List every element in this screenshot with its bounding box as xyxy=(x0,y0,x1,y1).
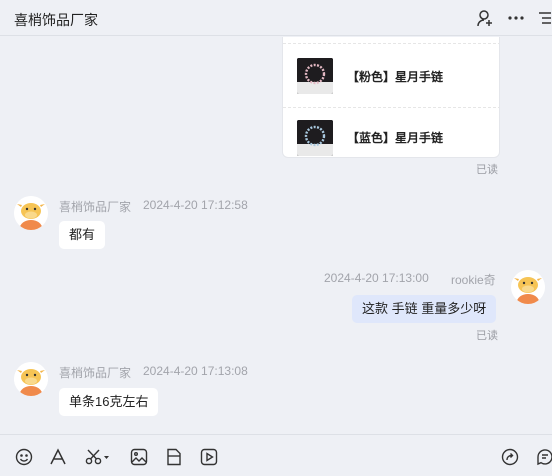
avatar[interactable] xyxy=(14,362,48,396)
avatar[interactable] xyxy=(14,196,48,230)
share-icon[interactable] xyxy=(500,447,520,467)
video-icon[interactable] xyxy=(199,447,219,467)
product-label: 【蓝色】星月手链 xyxy=(347,131,444,145)
read-status: 已读 xyxy=(476,330,498,342)
message-sender: 喜梢饰品厂家 xyxy=(59,366,132,380)
message-sender: 喜梢饰品厂家 xyxy=(59,200,132,214)
user-add-icon[interactable] xyxy=(476,9,494,27)
product-item[interactable]: 【粉色】星月手链 xyxy=(283,43,499,107)
more-icon[interactable] xyxy=(507,9,525,27)
message-sender: rookie奇 xyxy=(451,273,496,287)
message-bubble[interactable]: 都有 xyxy=(59,221,106,249)
product-thumbnail xyxy=(297,120,333,156)
file-icon[interactable] xyxy=(164,447,184,467)
image-icon[interactable] xyxy=(129,447,149,467)
message-time: 2024-4-20 17:13:00 xyxy=(324,271,429,285)
message-time: 2024-4-20 17:12:58 xyxy=(143,198,248,212)
message-time: 2024-4-20 17:13:08 xyxy=(143,364,248,378)
quick-reply-icon[interactable] xyxy=(535,447,552,467)
input-toolbar xyxy=(0,434,552,476)
chat-header: 喜梢饰品厂家 xyxy=(0,0,552,36)
scissors-icon[interactable] xyxy=(84,447,112,467)
chat-title: 喜梢饰品厂家 xyxy=(14,12,98,28)
avatar[interactable] xyxy=(511,270,545,304)
product-card[interactable]: 【粉色】星月手链 【蓝色】星月手链 xyxy=(282,37,500,158)
message-bubble[interactable]: 这款 手链 重量多少呀 xyxy=(352,295,497,323)
chat-messages[interactable]: 【粉色】星月手链 【蓝色】星月手链 已读 喜梢饰品厂家 2024-4-20 17… xyxy=(0,37,552,434)
message-bubble[interactable]: 单条16克左右 xyxy=(59,388,159,416)
read-status: 已读 xyxy=(476,164,498,176)
font-icon[interactable] xyxy=(48,447,68,467)
product-label: 【粉色】星月手链 xyxy=(347,70,444,84)
product-item[interactable]: 【蓝色】星月手链 xyxy=(283,107,499,157)
emoji-icon[interactable] xyxy=(14,447,34,467)
product-thumbnail xyxy=(297,58,333,94)
list-icon[interactable] xyxy=(536,9,552,27)
